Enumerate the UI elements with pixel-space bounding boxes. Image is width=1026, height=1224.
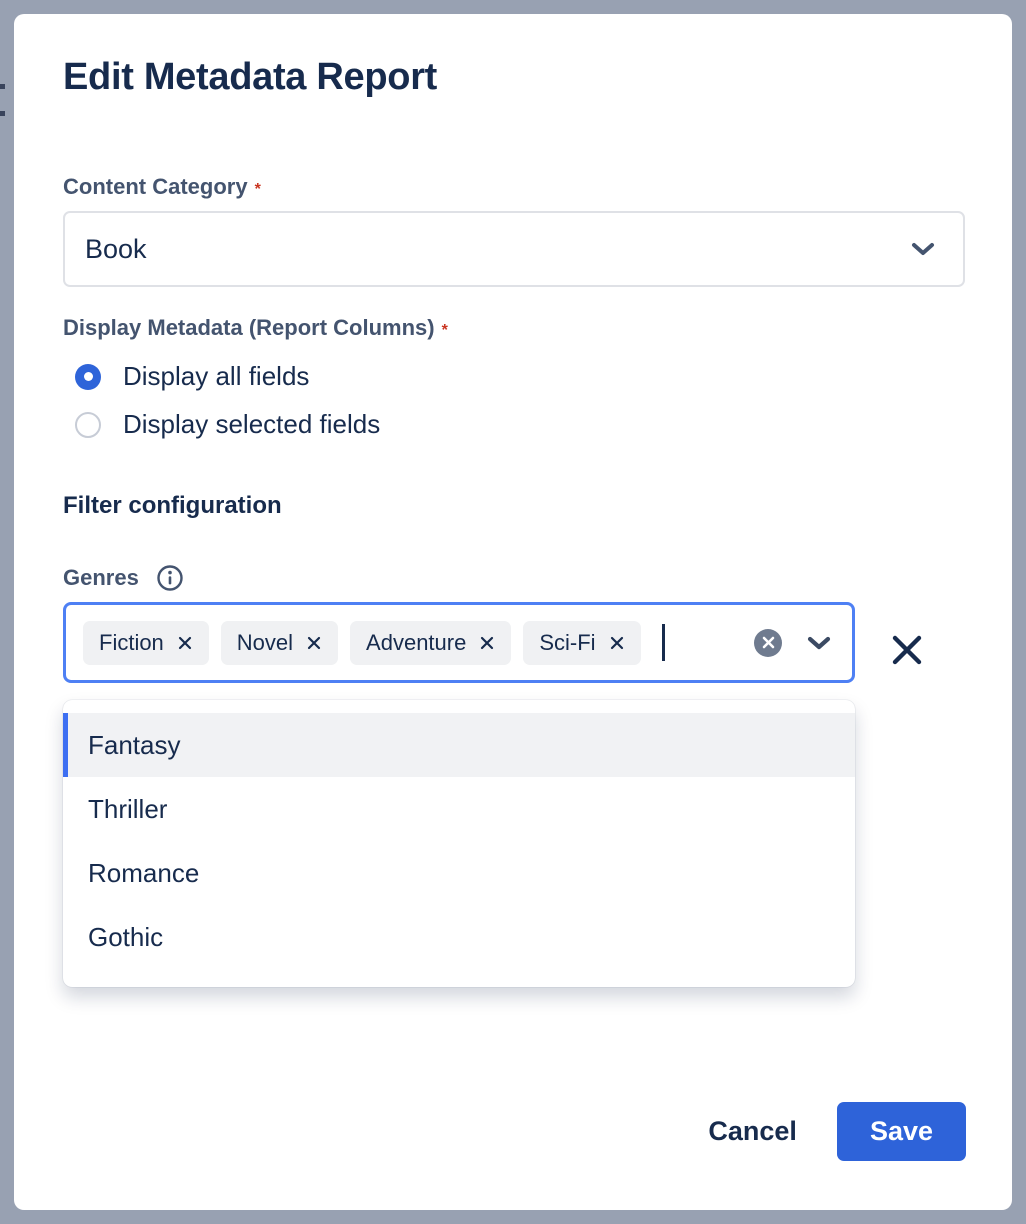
radio-unselected-icon[interactable] (75, 412, 101, 438)
required-asterisk: * (255, 181, 261, 198)
remove-filter-button[interactable] (884, 627, 930, 673)
genres-multiselect-input[interactable]: Fiction Novel Adventure Sci-Fi (63, 602, 855, 683)
info-icon[interactable] (156, 564, 184, 592)
content-category-select[interactable]: Book (63, 211, 965, 287)
option-gothic[interactable]: Gothic (63, 905, 855, 969)
remove-tag-icon[interactable] (177, 635, 193, 651)
dialog-footer: Cancel Save (708, 1102, 966, 1161)
save-button[interactable]: Save (837, 1102, 966, 1161)
tag-sci-fi: Sci-Fi (523, 621, 640, 665)
remove-tag-icon[interactable] (479, 635, 495, 651)
remove-tag-icon[interactable] (306, 635, 322, 651)
genres-dropdown-list: Fantasy Thriller Romance Gothic (63, 700, 855, 987)
tag-novel: Novel (221, 621, 338, 665)
tag-adventure: Adventure (350, 621, 511, 665)
cancel-button[interactable]: Cancel (708, 1116, 797, 1147)
close-icon (887, 630, 927, 670)
option-fantasy[interactable]: Fantasy (63, 713, 855, 777)
background-artifact-dot (0, 111, 5, 116)
page-background: { "background": { "color": "#98a1b2" }, … (0, 0, 1026, 1224)
required-asterisk: * (442, 322, 448, 339)
option-romance[interactable]: Romance (63, 841, 855, 905)
option-thriller[interactable]: Thriller (63, 777, 855, 841)
genres-label: Genres (63, 565, 139, 591)
multiselect-controls (754, 629, 832, 657)
radio-display-selected-fields[interactable]: Display selected fields (75, 409, 380, 440)
content-category-label: Content Category* (63, 174, 261, 200)
background-artifact-dot (0, 84, 5, 89)
text-cursor (662, 624, 665, 661)
filter-configuration-heading: Filter configuration (63, 492, 282, 520)
dialog-title: Edit Metadata Report (63, 56, 437, 99)
content-category-value: Book (85, 234, 147, 265)
edit-metadata-report-dialog: Edit Metadata Report Content Category* B… (14, 14, 1012, 1210)
tag-fiction: Fiction (83, 621, 209, 665)
radio-selected-icon[interactable] (75, 364, 101, 390)
chevron-down-icon[interactable] (806, 635, 832, 651)
display-metadata-label: Display Metadata (Report Columns)* (63, 315, 448, 341)
genres-label-row: Genres (63, 564, 184, 592)
chevron-down-icon (911, 242, 935, 257)
radio-display-all-fields[interactable]: Display all fields (75, 361, 309, 392)
remove-tag-icon[interactable] (609, 635, 625, 651)
clear-all-icon[interactable] (754, 629, 782, 657)
